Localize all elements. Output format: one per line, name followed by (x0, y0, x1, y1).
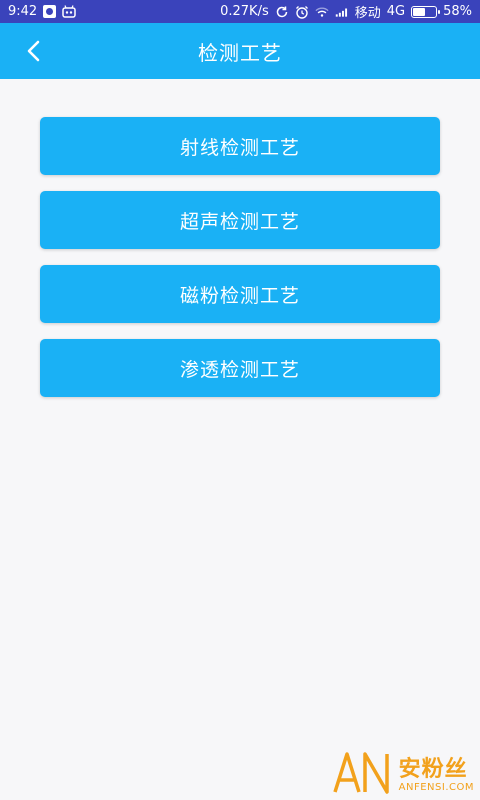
menu-button-ultrasonic[interactable]: 超声检测工艺 (40, 191, 440, 249)
sync-icon (275, 5, 289, 19)
menu-button-magnetic-particle[interactable]: 磁粉检测工艺 (40, 265, 440, 323)
watermark-en: ANFENSI.COM (398, 782, 474, 793)
alarm-icon (295, 5, 309, 19)
menu-button-radiographic[interactable]: 射线检测工艺 (40, 117, 440, 175)
battery-percent: 58% (443, 4, 472, 19)
status-left: 9:42 (8, 4, 76, 19)
signal-icon (335, 5, 349, 19)
watermark-cn: 安粉丝 (398, 757, 468, 782)
network-speed: 0.27K/s (220, 4, 269, 19)
main-content: 射线检测工艺 超声检测工艺 磁粉检测工艺 渗透检测工艺 (0, 79, 480, 800)
carrier-name: 移动 (354, 6, 381, 21)
robot-app-icon (62, 5, 76, 19)
wifi-icon (315, 5, 329, 19)
menu-list: 射线检测工艺 超声检测工艺 磁粉检测工艺 渗透检测工艺 (40, 117, 440, 397)
battery-fill (413, 7, 425, 16)
app-bar: 检测工艺 (0, 23, 480, 79)
watermark: 安粉丝 ANFENSI.COM (331, 750, 474, 794)
watermark-logo (332, 752, 389, 794)
status-time: 9:42 (8, 4, 38, 19)
chevron-left-icon (27, 40, 40, 62)
watermark-text: 安粉丝 ANFENSI.COM (399, 758, 474, 794)
battery-icon (411, 5, 441, 18)
back-button[interactable] (18, 37, 50, 65)
network-type: 4G (386, 4, 406, 19)
shield-app-icon (43, 5, 57, 18)
page-title: 检测工艺 (198, 40, 282, 65)
menu-button-penetrant[interactable]: 渗透检测工艺 (40, 339, 440, 397)
status-bar: 9:42 0.27K/s 移动 4G 58% (0, 0, 480, 23)
status-right: 0.27K/s 移动 4G 58% (220, 2, 472, 21)
